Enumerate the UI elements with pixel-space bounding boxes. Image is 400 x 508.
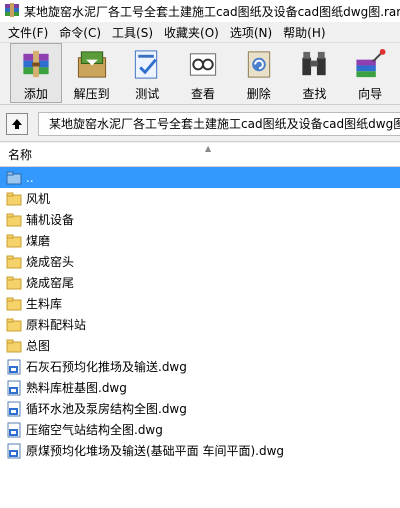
list-item[interactable]: 生料库 bbox=[0, 293, 400, 314]
list-item-name: 原煤预均化堆场及输送(基础平面 车间平面).dwg bbox=[26, 444, 285, 458]
dwg-file-icon bbox=[7, 359, 21, 374]
column-header-name[interactable]: 名称 ▲ bbox=[0, 143, 400, 167]
find-icon bbox=[302, 51, 327, 76]
extract-label: 解压到 bbox=[73, 87, 110, 101]
up-folder-button[interactable] bbox=[6, 112, 28, 135]
folder-icon bbox=[6, 234, 22, 247]
parent-folder-icon bbox=[6, 171, 22, 184]
view-label: 查看 bbox=[191, 87, 216, 101]
column-name-label: 名称 bbox=[8, 148, 33, 162]
list-item[interactable]: 石灰石预均化推场及输送.dwg bbox=[0, 356, 400, 377]
sort-arrow-icon: ▲ bbox=[205, 144, 212, 153]
list-item-name: 总图 bbox=[26, 339, 51, 353]
list-item-name: .. bbox=[26, 170, 34, 185]
list-item-name: 石灰石预均化推场及输送.dwg bbox=[26, 360, 187, 374]
folder-icon bbox=[6, 318, 22, 331]
title-bar: 某地旋窑水泥厂各工号全套土建施工cad图纸及设备cad图纸dwg图.rar bbox=[0, 0, 400, 22]
list-item[interactable]: 循环水池及泵房结构全图.dwg bbox=[0, 398, 400, 419]
path-bar: 某地旋窑水泥厂各工号全套土建施工cad图纸及设备cad图纸dwg图.rar bbox=[0, 106, 400, 142]
list-item-name: 辅机设备 bbox=[26, 213, 75, 227]
delete-button[interactable]: 删除 bbox=[233, 43, 285, 103]
list-item-name: 原料配料站 bbox=[26, 318, 87, 332]
list-item[interactable]: 烧成窑头 bbox=[0, 251, 400, 272]
list-item-name: 压缩空气站结构全图.dwg bbox=[26, 423, 163, 437]
extract-icon bbox=[77, 51, 106, 78]
folder-icon bbox=[6, 255, 22, 268]
menu-file[interactable]: 文件(F) bbox=[4, 24, 55, 41]
list-item-name: 生料库 bbox=[26, 297, 63, 311]
find-label: 查找 bbox=[302, 87, 327, 101]
view-icon bbox=[189, 53, 217, 76]
menu-command[interactable]: 命令(C) bbox=[55, 24, 108, 41]
add-button[interactable]: 添加 bbox=[10, 43, 62, 103]
menu-help[interactable]: 帮助(H) bbox=[279, 24, 332, 41]
menu-bar: 文件(F) 命令(C) 工具(S) 收藏夹(O) 选项(N) 帮助(H) bbox=[0, 22, 400, 43]
app-icon bbox=[4, 2, 20, 21]
list-item[interactable]: 辅机设备 bbox=[0, 209, 400, 230]
menu-tools[interactable]: 工具(S) bbox=[108, 24, 160, 41]
menu-options[interactable]: 选项(N) bbox=[226, 24, 279, 41]
list-item[interactable]: 原料配料站 bbox=[0, 314, 400, 335]
list-item[interactable]: 压缩空气站结构全图.dwg bbox=[0, 419, 400, 440]
wizard-button[interactable]: 向导 bbox=[344, 43, 396, 103]
dwg-file-icon bbox=[7, 422, 21, 437]
menu-favorites[interactable]: 收藏夹(O) bbox=[160, 24, 226, 41]
test-label: 测试 bbox=[135, 87, 160, 101]
folder-icon bbox=[6, 297, 22, 310]
add-archive-icon bbox=[23, 50, 49, 78]
window-title: 某地旋窑水泥厂各工号全套土建施工cad图纸及设备cad图纸dwg图.rar bbox=[24, 4, 400, 19]
find-button[interactable]: 查找 bbox=[289, 43, 341, 103]
list-item[interactable]: 煤磨 bbox=[0, 230, 400, 251]
dwg-file-icon bbox=[7, 443, 21, 458]
delete-label: 删除 bbox=[246, 87, 271, 101]
view-button[interactable]: 查看 bbox=[177, 43, 229, 103]
list-item[interactable]: 原煤预均化堆场及输送(基础平面 车间平面).dwg bbox=[0, 440, 400, 461]
path-text: 某地旋窑水泥厂各工号全套土建施工cad图纸及设备cad图纸dwg图.rar bbox=[49, 117, 400, 131]
list-item[interactable]: 熟料库桩基图.dwg bbox=[0, 377, 400, 398]
extract-button[interactable]: 解压到 bbox=[66, 43, 118, 103]
list-item-name: 烧成窑尾 bbox=[26, 276, 75, 290]
list-item-name: 熟料库桩基图.dwg bbox=[26, 381, 127, 395]
list-item-name: 风机 bbox=[26, 192, 51, 206]
list-item[interactable]: 总图 bbox=[0, 335, 400, 356]
dwg-file-icon bbox=[7, 380, 21, 395]
folder-icon bbox=[6, 192, 22, 205]
file-list: 名称 ▲ .. 风机 辅机设备 煤磨 烧成窑头 烧成窑尾 生料库 原料配料站 总… bbox=[0, 143, 400, 508]
dwg-file-icon bbox=[7, 401, 21, 416]
folder-icon bbox=[6, 339, 22, 352]
list-item-name: 烧成窑头 bbox=[26, 255, 75, 269]
list-item-name: 煤磨 bbox=[26, 234, 51, 248]
test-button[interactable]: 测试 bbox=[121, 43, 173, 103]
folder-icon bbox=[6, 213, 22, 226]
delete-icon bbox=[247, 51, 270, 78]
list-item-name: 循环水池及泵房结构全图.dwg bbox=[26, 402, 187, 416]
list-item[interactable]: 烧成窑尾 bbox=[0, 272, 400, 293]
folder-icon bbox=[6, 276, 22, 289]
toolbar: 添加 解压到 测试 查看 删除 查找 向导 bbox=[0, 43, 400, 105]
add-label: 添加 bbox=[23, 87, 48, 101]
test-icon bbox=[135, 50, 158, 79]
wizard-label: 向导 bbox=[358, 87, 383, 101]
wizard-icon bbox=[356, 48, 386, 78]
path-field[interactable]: 某地旋窑水泥厂各工号全套土建施工cad图纸及设备cad图纸dwg图.rar bbox=[38, 111, 400, 136]
list-item-parent[interactable]: .. bbox=[0, 167, 400, 188]
list-item[interactable]: 风机 bbox=[0, 188, 400, 209]
up-arrow-icon bbox=[12, 118, 22, 129]
